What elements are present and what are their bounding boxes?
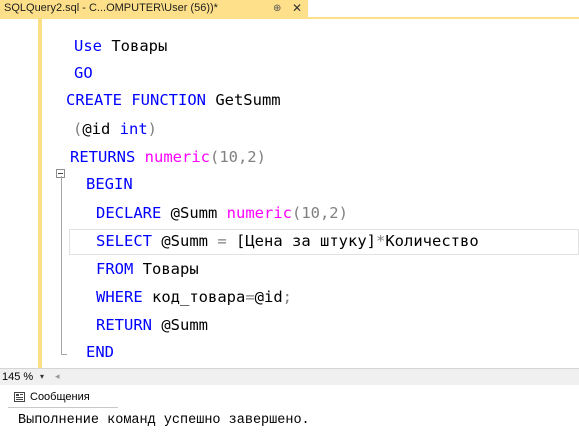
code-line-11: RETURN @Summ	[96, 315, 208, 335]
column-name: [Цена за штуку]	[226, 232, 376, 250]
code-line-5: RETURNS numeric(10,2)	[70, 147, 266, 167]
messages-icon	[14, 392, 25, 402]
operator: (	[73, 120, 83, 138]
variable: @Summ	[152, 232, 218, 250]
keyword: GO	[74, 64, 93, 82]
code-line-8: SELECT @Summ = [Цена за штуку]*Количеств…	[96, 231, 479, 251]
code-line-4: (@id int)	[73, 119, 157, 139]
variable: @id	[82, 120, 120, 138]
scroll-left-icon[interactable]: ◂	[55, 369, 60, 385]
code-line-12: END	[86, 342, 114, 362]
keyword: END	[86, 343, 114, 361]
pin-icon[interactable]: ⊕	[273, 0, 281, 17]
identifier: Товары	[102, 37, 168, 55]
identifier: Количество	[385, 232, 479, 250]
variable: @id	[254, 288, 283, 306]
code-line-2: GO	[74, 63, 93, 83]
keyword: BEGIN	[86, 175, 133, 193]
operator: *	[375, 232, 386, 250]
keyword: Use	[74, 37, 102, 55]
keyword: DECLARE	[96, 204, 162, 222]
code-line-3: CREATE FUNCTION GetSumm	[66, 90, 281, 110]
keyword: RETURNS	[70, 148, 145, 166]
query-tab[interactable]: SQLQuery2.sql - C...OMPUTER\User (56))* …	[0, 0, 308, 17]
arguments: (10,2)	[209, 148, 266, 166]
code-line-9: FROM Товары	[96, 259, 199, 279]
identifier: GetSumm	[205, 91, 281, 109]
results-tabs: Сообщения	[0, 385, 579, 410]
keyword: FROM	[96, 260, 134, 278]
query-tab-title: SQLQuery2.sql - C...OMPUTER\User (56))*	[4, 2, 218, 14]
operator: =	[217, 232, 227, 250]
identifier: Товары	[133, 260, 199, 278]
code-line-1: Use Товары	[74, 36, 167, 56]
chevron-down-icon[interactable]: ▾	[40, 369, 44, 385]
identifier: код_товара	[142, 288, 246, 306]
outline-line	[61, 176, 62, 354]
messages-output: Выполнение команд успешно завершено.	[18, 413, 310, 428]
messages-tab[interactable]: Сообщения	[30, 389, 90, 405]
close-tab-icon[interactable]: ✕	[292, 0, 302, 17]
zoom-level[interactable]: 145 %	[2, 369, 33, 385]
outline-line-end	[61, 354, 67, 355]
function-name: numeric	[226, 204, 292, 222]
keyword: SELECT	[96, 232, 152, 250]
change-tracking-bar	[38, 19, 42, 368]
variable: @Summ	[152, 316, 208, 334]
operator: =	[245, 288, 255, 306]
keyword: RETURN	[96, 316, 152, 334]
code-line-6: BEGIN	[86, 174, 133, 194]
arguments: (10,2)	[291, 204, 348, 222]
operator: )	[147, 120, 158, 138]
keyword: int	[119, 120, 148, 138]
keyword: CREATE FUNCTION	[66, 91, 206, 109]
operator: ;	[282, 288, 293, 306]
variable: @Summ	[161, 204, 227, 222]
code-line-7: DECLARE @Summ numeric(10,2)	[96, 203, 348, 223]
tab-divider	[8, 407, 118, 408]
keyword: WHERE	[96, 288, 143, 306]
function-name: numeric	[144, 148, 210, 166]
editor-status-bar: 145 % ▾ ◂	[0, 368, 579, 385]
code-line-10: WHERE код_товара=@id;	[96, 287, 292, 307]
